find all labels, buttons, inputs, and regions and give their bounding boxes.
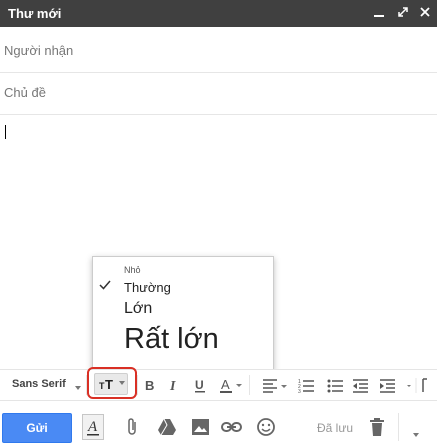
indent-more-icon[interactable] [379,375,397,395]
svg-text:T: T [105,377,113,392]
font-family-select[interactable]: Sans Serif [12,378,66,398]
font-family-label: Sans Serif [12,378,66,390]
subject-placeholder: Chủ đề [4,85,46,100]
compose-title: Thư mới [8,6,62,21]
font-family-dropdown-icon[interactable] [75,379,81,399]
svg-text:A: A [221,377,230,392]
formatting-options-icon[interactable]: A [82,414,104,440]
saved-status: Đã lưu [317,421,354,435]
formatting-toolbar: Sans Serif T T B I U A 123 [0,367,437,401]
align-icon[interactable] [262,375,288,395]
expand-icon[interactable] [396,5,410,19]
more-formatting-icon[interactable] [403,375,431,395]
bulleted-list-icon[interactable] [327,375,345,395]
svg-text:I: I [169,379,176,394]
svg-text:3: 3 [298,389,301,395]
minimize-icon[interactable] [372,5,386,19]
svg-text:A: A [87,419,98,435]
emoji-icon[interactable] [256,417,276,442]
insert-photo-icon[interactable] [191,418,211,441]
underline-icon[interactable]: U [193,375,207,395]
size-option-huge[interactable]: Rất lớn [124,323,219,356]
compose-titlebar: Thư mới [0,0,437,27]
font-size-button[interactable]: T T [94,373,128,395]
drive-icon[interactable] [157,418,177,441]
more-options-icon[interactable] [413,426,419,444]
italic-icon[interactable]: I [167,375,181,395]
text-cursor [5,125,6,139]
recipients-placeholder: Người nhận [4,43,74,58]
insert-link-icon[interactable] [221,419,243,440]
subject-field[interactable]: Chủ đề [0,73,437,115]
text-color-icon[interactable]: A [219,375,243,395]
bold-icon[interactable]: B [143,375,157,395]
attach-icon[interactable] [125,417,141,442]
size-option-normal[interactable]: Thường [124,280,171,295]
send-button[interactable]: Gửi [2,413,72,443]
svg-text:B: B [145,378,154,393]
text-size-icon: T T [99,377,113,392]
size-option-small[interactable]: Nhỏ [124,265,141,275]
svg-text:U: U [195,378,204,392]
size-option-large[interactable]: Lớn [124,300,152,318]
checkmark-icon [99,280,111,290]
close-icon[interactable] [418,5,432,19]
action-bar-divider [398,413,399,441]
recipients-field[interactable]: Người nhận [0,27,437,73]
font-size-menu: Nhỏ Thường Lớn Rất lớn [92,256,274,371]
indent-less-icon[interactable] [352,375,370,395]
numbered-list-icon[interactable]: 123 [298,375,316,395]
delete-icon[interactable] [369,417,385,442]
